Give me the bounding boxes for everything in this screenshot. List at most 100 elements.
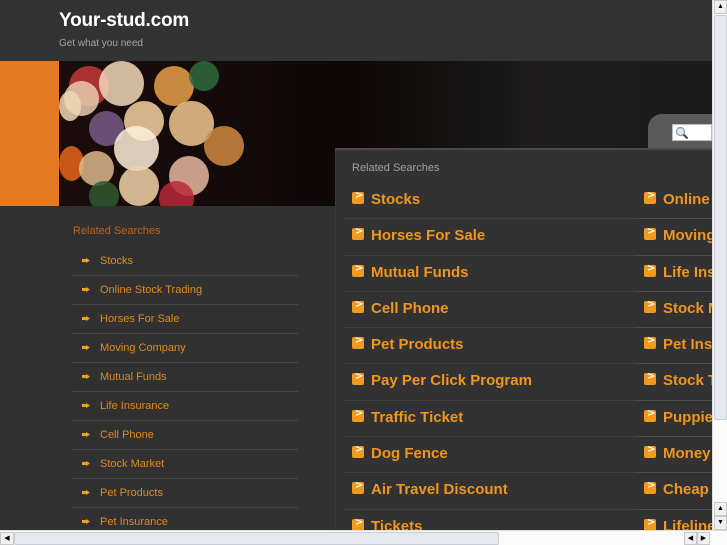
result-item[interactable]: Stock T xyxy=(636,364,712,401)
chevron-right-icon xyxy=(644,299,656,313)
result-item[interactable]: Life Ins xyxy=(636,256,712,292)
chevron-right-icon xyxy=(352,408,364,422)
chevron-right-icon xyxy=(352,263,364,277)
result-item[interactable]: Pet Insu xyxy=(636,328,712,365)
result-link[interactable]: Stocks xyxy=(371,191,420,208)
result-link[interactable]: Online xyxy=(663,191,710,208)
site-title[interactable]: Your-stud.com xyxy=(59,10,189,32)
result-link[interactable]: Dog Fence xyxy=(371,445,448,462)
chevron-right-icon xyxy=(644,335,656,350)
sidebar-link[interactable]: Cell Phone xyxy=(100,429,154,441)
chevron-right-icon xyxy=(644,263,656,277)
panel-title: Related Searches xyxy=(352,162,440,174)
sidebar-link[interactable]: Horses For Sale xyxy=(100,313,179,325)
horizontal-scrollbar[interactable]: ◀ ◀ ▶ xyxy=(0,530,727,545)
result-link[interactable]: Life Ins xyxy=(663,264,712,281)
result-link[interactable]: Pay Per Click Program xyxy=(371,372,532,389)
result-link[interactable]: Cheap xyxy=(663,481,709,498)
pointer-arrow-icon xyxy=(82,432,90,437)
scroll-down-button[interactable]: ▼ xyxy=(714,516,727,530)
sidebar-link[interactable]: Stock Market xyxy=(100,458,164,470)
sidebar-link[interactable]: Moving Company xyxy=(100,342,186,354)
sidebar-item[interactable]: Pet Products xyxy=(72,479,298,508)
chevron-right-icon xyxy=(352,190,364,204)
sidebar-list: Stocks Online Stock Trading Horses For S… xyxy=(72,247,298,530)
magnifier-icon[interactable] xyxy=(675,126,689,140)
result-item[interactable]: Moving xyxy=(636,219,712,256)
chevron-right-icon xyxy=(644,226,656,241)
result-link[interactable]: Air Travel Discount xyxy=(371,481,508,498)
pointer-arrow-icon xyxy=(82,374,90,379)
sidebar-item[interactable]: Moving Company xyxy=(72,334,298,363)
result-link[interactable]: Cell Phone xyxy=(371,300,449,317)
chevron-right-icon xyxy=(352,371,364,386)
result-link[interactable]: Traffic Ticket xyxy=(371,409,463,426)
result-item[interactable]: Money xyxy=(636,437,712,474)
sidebar-link[interactable]: Online Stock Trading xyxy=(100,284,202,296)
horizontal-scroll-thumb[interactable] xyxy=(14,532,499,545)
result-link[interactable]: Money xyxy=(663,445,711,462)
search-input[interactable] xyxy=(672,124,712,141)
result-link[interactable]: Lifeline xyxy=(663,518,712,530)
site-header: Your-stud.com Get what you need xyxy=(0,0,712,61)
scroll-left-button-secondary[interactable]: ◀ xyxy=(684,532,697,545)
sidebar-link[interactable]: Life Insurance xyxy=(100,400,169,412)
sidebar-item[interactable]: Horses For Sale xyxy=(72,305,298,334)
sidebar-title: Related Searches xyxy=(73,225,161,237)
scroll-up-button[interactable]: ▲ xyxy=(714,0,727,14)
sidebar-item[interactable]: Online Stock Trading xyxy=(72,276,298,305)
pointer-arrow-icon xyxy=(82,287,90,292)
result-link[interactable]: Moving xyxy=(663,227,712,244)
pointer-arrow-icon xyxy=(82,403,90,408)
bokeh-light xyxy=(119,166,159,206)
sidebar-item[interactable]: Stock Market xyxy=(72,450,298,479)
result-link[interactable]: Mutual Funds xyxy=(371,264,469,281)
sidebar-link[interactable]: Mutual Funds xyxy=(100,371,167,383)
chevron-right-icon xyxy=(352,444,364,459)
sidebar: Related Searches Stocks Online Stock Tra… xyxy=(59,206,319,530)
result-link[interactable]: Pet Products xyxy=(371,336,464,353)
sidebar-item[interactable]: Stocks xyxy=(72,247,298,276)
chevron-right-icon xyxy=(644,371,656,386)
result-link[interactable]: Tickets xyxy=(371,518,422,530)
sidebar-item[interactable]: Cell Phone xyxy=(72,421,298,450)
scroll-left-button[interactable]: ◀ xyxy=(0,532,14,545)
bokeh-light xyxy=(114,126,159,171)
site-tagline: Get what you need xyxy=(59,38,143,49)
chevron-right-icon xyxy=(352,226,364,241)
result-link[interactable]: Pet Insu xyxy=(663,336,712,353)
result-item[interactable]: Online xyxy=(636,183,712,220)
chevron-right-icon xyxy=(644,190,656,204)
vertical-scroll-thumb[interactable] xyxy=(714,15,727,420)
result-link[interactable]: Horses For Sale xyxy=(371,227,485,244)
vertical-scrollbar[interactable]: ▲ ▲ ▼ xyxy=(712,0,727,530)
bokeh-light xyxy=(154,66,194,106)
bokeh-light xyxy=(99,61,144,106)
chevron-right-icon xyxy=(352,335,364,350)
result-item[interactable]: Puppie xyxy=(636,401,712,438)
chevron-right-icon xyxy=(352,517,364,530)
sidebar-item[interactable]: Life Insurance xyxy=(72,392,298,421)
result-link[interactable]: Stock M xyxy=(663,300,712,317)
result-link[interactable]: Puppie xyxy=(663,409,712,426)
sidebar-link[interactable]: Pet Insurance xyxy=(100,516,168,528)
pointer-arrow-icon xyxy=(82,258,90,263)
scroll-right-button[interactable]: ▶ xyxy=(697,532,710,545)
bokeh-light xyxy=(189,61,219,91)
bokeh-light xyxy=(79,151,114,186)
scroll-up-button-secondary[interactable]: ▲ xyxy=(714,502,727,516)
sidebar-link[interactable]: Pet Products xyxy=(100,487,163,499)
chevron-right-icon xyxy=(644,444,656,459)
result-item[interactable]: Stock M xyxy=(636,292,712,329)
result-link[interactable]: Stock T xyxy=(663,372,712,389)
result-item[interactable]: Cheap xyxy=(636,473,712,510)
sidebar-link[interactable]: Stocks xyxy=(100,255,133,267)
related-searches-panel: Related Searches Stocks Horses For Sale … xyxy=(335,148,712,530)
result-item[interactable]: Lifeline xyxy=(636,510,712,530)
pointer-arrow-icon xyxy=(82,490,90,495)
pointer-arrow-icon xyxy=(82,519,90,524)
pointer-arrow-icon xyxy=(82,461,90,466)
chevron-right-icon xyxy=(644,408,656,422)
sidebar-item[interactable]: Mutual Funds xyxy=(72,363,298,392)
sidebar-item[interactable]: Pet Insurance xyxy=(72,508,298,530)
